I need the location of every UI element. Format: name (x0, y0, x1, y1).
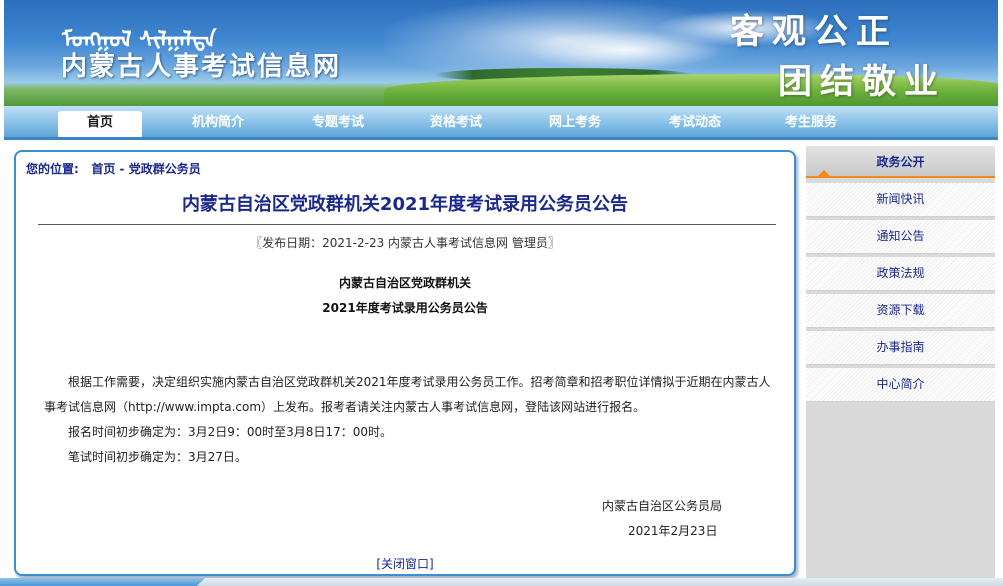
breadcrumb-home-link[interactable]: 首页 (91, 162, 115, 176)
article-title: 内蒙古自治区党政群机关2021年度考试录用公务员公告 (181, 194, 629, 215)
footer-strip (0, 578, 1003, 586)
breadcrumb-prefix: 您的位置: (26, 162, 79, 176)
close-window-link[interactable]: [关闭窗口] (376, 557, 433, 571)
nav-special-exams[interactable]: 专题考试 (294, 111, 382, 137)
nav-home[interactable]: 首页 (58, 111, 142, 137)
article-paragraph: 报名时间初步确定为：3月2日9：00时至3月8日17：00时。 (68, 425, 392, 439)
breadcrumb: 您的位置: 首页 - 党政群公务员 (26, 160, 201, 177)
slogan-line-1: 客观公正 (730, 12, 898, 52)
site-banner: ᠮᠣᠩᠭᠣᠯ ᠰᠢᠯᠭᠠᠯᠲᠠ 内蒙古人事考试信息网 客观公正 团结敬业 (4, 0, 998, 106)
slogan-line-2: 团结敬业 (778, 62, 946, 102)
title-divider (38, 224, 776, 225)
article-paragraph: 根据工作需要，决定组织实施内蒙古自治区党政群机关2021年度考试录用公务员工作。… (44, 375, 771, 414)
breadcrumb-separator: - (115, 162, 129, 176)
article-heading-line-1: 内蒙古自治区党政群机关 (338, 276, 471, 290)
sidebar-item-news[interactable]: 新闻快讯 (806, 183, 995, 217)
article-heading-line-2: 2021年度考试录用公务员公告 (322, 301, 488, 315)
sidebar-item-policies[interactable]: 政策法规 (806, 257, 995, 291)
sidebar-item-downloads[interactable]: 资源下载 (806, 294, 995, 328)
sidebar: 政务公开 新闻快讯 通知公告 政策法规 资源下载 办事指南 中心简介 (806, 146, 995, 578)
orange-pointer-icon (818, 170, 830, 176)
nav-qualification-exams[interactable]: 资格考试 (412, 111, 500, 137)
footer-tab-decoration (0, 578, 205, 586)
sidebar-item-service-guide[interactable]: 办事指南 (806, 331, 995, 365)
article-paragraph: 笔试时间初步确定为：3月27日。 (68, 450, 247, 464)
article-panel: 您的位置: 首页 - 党政群公务员 内蒙古自治区党政群机关2021年度考试录用公… (14, 150, 796, 576)
nav-exam-news[interactable]: 考试动态 (651, 111, 739, 137)
close-window-container: [关闭窗口] (16, 555, 794, 572)
nav-online-affairs[interactable]: 网上考务 (531, 111, 619, 137)
sidebar-item-center-intro[interactable]: 中心简介 (806, 368, 995, 402)
main-nav: 首页 机构简介 专题考试 资格考试 网上考务 考试动态 考生服务 (4, 106, 998, 140)
mongolian-site-title: ᠮᠣᠩᠭᠣᠯ ᠰᠢᠯᠭᠠᠯᠲᠠ (62, 28, 217, 53)
signature-date: 2021年2月23日 (628, 524, 718, 538)
breadcrumb-current-link[interactable]: 党政群公务员 (129, 162, 201, 176)
sidebar-header: 政务公开 (806, 146, 995, 178)
article-meta: 〖发布日期：2021-2-23 内蒙古人事考试信息网 管理员〗 (250, 236, 560, 250)
sidebar-item-notices[interactable]: 通知公告 (806, 220, 995, 254)
sidebar-header-label: 政务公开 (876, 155, 925, 169)
nav-candidate-services[interactable]: 考生服务 (767, 111, 855, 137)
signature-organization: 内蒙古自治区公务员局 (602, 499, 723, 513)
site-title: 内蒙古人事考试信息网 (61, 52, 342, 82)
nav-about[interactable]: 机构简介 (174, 111, 262, 137)
